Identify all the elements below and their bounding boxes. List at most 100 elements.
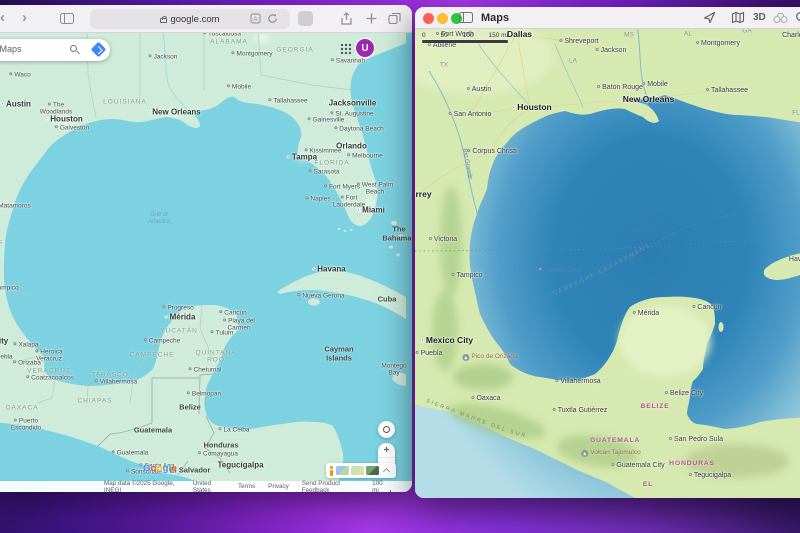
map-label: TABASCO <box>91 371 129 378</box>
minimize-button[interactable] <box>437 13 448 24</box>
map-label: GUATEMALA <box>590 437 640 445</box>
layer-thumbnail[interactable] <box>336 466 349 475</box>
map-label: Miami <box>357 205 385 214</box>
address-bar[interactable]: google.com A <box>90 9 290 29</box>
map-label: Belize <box>179 404 201 413</box>
map-label: Tampa <box>287 152 317 161</box>
layer-thumbnail[interactable] <box>366 466 379 475</box>
map-label: San Antonio <box>449 111 492 119</box>
zoom-in-button[interactable]: + <box>378 443 395 458</box>
map-label: Campeche <box>144 337 180 344</box>
map-label: Montego Bay <box>381 363 406 378</box>
privacy-link[interactable]: Privacy <box>268 483 289 490</box>
map-label: Xalapa <box>13 341 38 348</box>
google-map-labels: TuscaloosaALABAMAGEORGIAJacksonMontgomer… <box>0 33 412 492</box>
google-map-canvas[interactable]: TuscaloosaALABAMAGEORGIAJacksonMontgomer… <box>0 33 412 492</box>
map-label: Matamoros <box>0 202 31 209</box>
map-label: Villahermosa <box>95 378 137 385</box>
map-label: Cancún <box>219 309 246 316</box>
map-label: Houston <box>512 103 551 113</box>
search-icon[interactable] <box>795 11 800 24</box>
location-arrow-icon[interactable] <box>703 11 716 24</box>
map-label: MS <box>624 31 634 38</box>
collapse-icon[interactable] <box>383 468 390 475</box>
search-box[interactable]: e Maps <box>0 39 110 61</box>
map-label: Oaxaca <box>471 395 500 403</box>
map-label: Victoria <box>429 236 457 244</box>
map-label: VERACRUZ <box>27 367 71 374</box>
map-label: Playa del Carmen <box>223 318 255 333</box>
map-label: FLORIDA <box>314 159 349 166</box>
account-avatar[interactable]: U <box>355 38 375 58</box>
apple-map-labels: DallasFort WorthAbileneShreveportJackson… <box>415 29 800 498</box>
map-label: Tallahassee <box>268 97 307 104</box>
translate-icon[interactable]: A <box>250 13 261 24</box>
map-label: Mérida <box>165 312 196 321</box>
map-label: Guatemala <box>112 449 149 456</box>
apple-map-canvas[interactable]: CAMPECHE ESCARPMENT SIERRA MADRE DEL SUR… <box>415 29 800 498</box>
safari-window[interactable]: ‹ › google.com A <box>0 5 412 492</box>
map-label: Chetumal <box>189 366 222 373</box>
map-label: Shreveport <box>559 38 598 46</box>
layer-thumbnail[interactable] <box>351 466 364 475</box>
map-label: Havana <box>789 248 800 264</box>
look-around-binoculars-icon[interactable] <box>773 11 788 24</box>
map-label: Fort Myers <box>324 183 360 190</box>
map-label: ▲Pico de Orizaba <box>462 353 517 361</box>
my-location-button[interactable] <box>378 421 395 438</box>
map-label: Montgomery <box>696 40 740 48</box>
map-label: QUINTANA ROO <box>195 350 236 365</box>
scale-label: 100 mi <box>372 480 388 493</box>
map-label: Mobile <box>642 81 668 89</box>
map-label: EL <box>643 481 653 489</box>
forward-button[interactable]: › <box>22 9 27 27</box>
scale-indicator: 050 100150 mi <box>422 32 508 43</box>
map-label: Guatemala City <box>611 462 664 470</box>
map-label: Cancún <box>692 304 721 312</box>
map-label: Savannah <box>331 57 365 64</box>
map-label: West Palm Beach <box>357 182 393 197</box>
tab-overview-icon[interactable] <box>388 12 402 25</box>
map-icon[interactable] <box>731 11 745 24</box>
map-label: Tallahassee <box>706 87 748 95</box>
new-tab-icon[interactable] <box>365 12 378 25</box>
map-label: Tegucigalpa <box>212 460 263 469</box>
search-icon[interactable] <box>70 45 77 52</box>
map-label: Abilene <box>428 42 456 50</box>
terms-link[interactable]: Terms <box>238 483 255 490</box>
scale-bar <box>390 490 412 493</box>
map-label: Waco <box>9 71 30 78</box>
extension-icon[interactable] <box>298 11 313 26</box>
layers-bar[interactable] <box>326 463 396 478</box>
close-button[interactable] <box>423 13 434 24</box>
map-label: Progreso <box>162 304 193 311</box>
3d-toggle[interactable]: 3D <box>753 12 766 23</box>
map-label: HONDURAS <box>669 460 715 468</box>
map-label: Sarasota <box>308 168 339 175</box>
map-label: Tegucigalpa <box>689 472 731 480</box>
map-label: Puebla <box>0 353 13 360</box>
map-label: Mérida <box>633 310 659 318</box>
map-label: Gulf of Mexico <box>631 216 664 234</box>
google-apps-grid-icon[interactable] <box>340 43 351 54</box>
reload-icon[interactable] <box>267 13 278 24</box>
map-label: Heroica Veracruz <box>35 349 62 364</box>
map-label: Jacksonville <box>324 98 377 107</box>
search-input[interactable]: e Maps <box>0 44 22 54</box>
map-label: OAXACA <box>5 404 38 411</box>
map-label: CHIAPAS <box>77 397 112 404</box>
map-label: TAMAULIPAS <box>0 239 3 246</box>
map-label: Tuscaloosa <box>203 33 241 38</box>
pegman-icon[interactable] <box>329 466 334 476</box>
back-button[interactable]: ‹ <box>0 9 5 27</box>
sidebar-icon[interactable] <box>60 13 74 24</box>
map-label: ALABAMA <box>210 38 248 45</box>
maps-titlebar: Maps 3D <box>415 7 800 29</box>
apple-maps-window[interactable]: Maps 3D <box>415 7 800 498</box>
sidebar-toggle-icon[interactable] <box>459 12 473 23</box>
directions-icon[interactable] <box>91 42 107 58</box>
feedback-link[interactable]: Send Product Feedback <box>302 480 359 493</box>
map-label: CAMPECHE <box>130 351 175 358</box>
map-label: Honduras <box>203 442 238 451</box>
share-icon[interactable] <box>340 12 353 26</box>
